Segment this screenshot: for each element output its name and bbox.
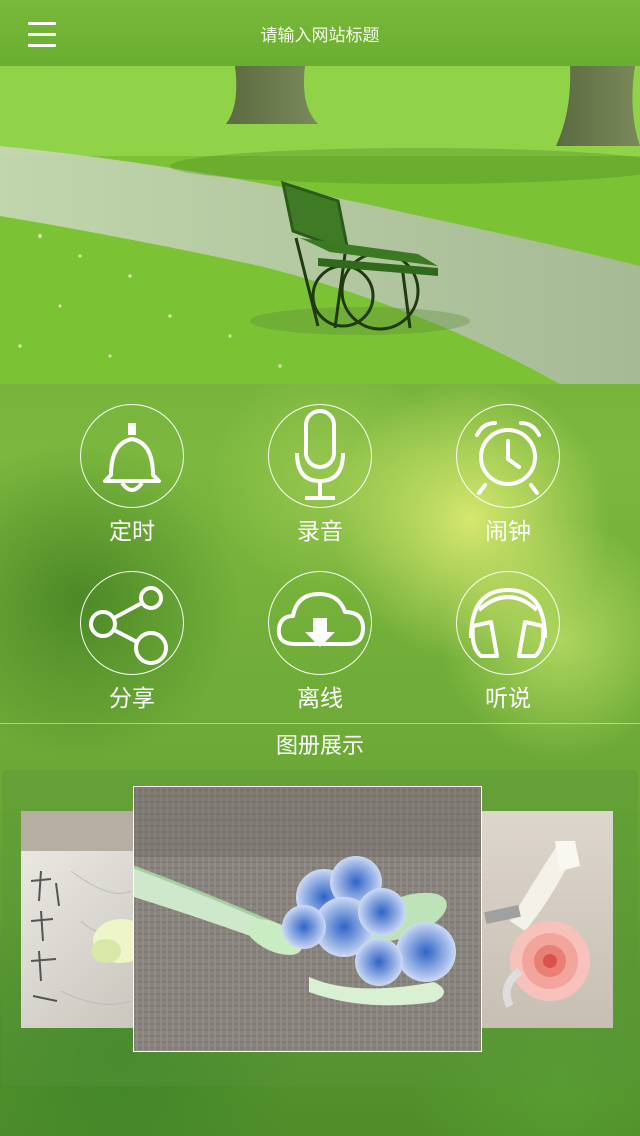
- section-divider: [0, 723, 640, 724]
- top-bar: 请输入网站标题: [0, 0, 640, 66]
- album-section-title: 图册展示: [275, 734, 364, 759]
- feature-label: 离线: [297, 686, 343, 712]
- photo-carousel[interactable]: [2, 770, 638, 1086]
- headphones-icon: [456, 571, 560, 675]
- feature-record[interactable]: 录音: [240, 384, 400, 545]
- carousel-image-left[interactable]: [21, 811, 136, 1028]
- microphone-icon: [268, 404, 372, 508]
- feature-alarm[interactable]: 闹钟: [428, 384, 588, 545]
- share-icon: [80, 571, 184, 675]
- cloud-download-icon: [268, 571, 372, 675]
- hero-banner-image: [0, 66, 640, 384]
- alarm-clock-icon: [456, 404, 560, 508]
- feature-grid: 定时 录音 闹钟 分享 离线 听说: [0, 384, 640, 724]
- feature-timer[interactable]: 定时: [52, 384, 212, 545]
- feature-label: 闹钟: [485, 519, 531, 545]
- carousel-image-active[interactable]: [133, 786, 482, 1052]
- carousel-image-right[interactable]: [480, 811, 613, 1028]
- feature-label: 录音: [297, 519, 343, 545]
- feature-offline[interactable]: 离线: [240, 551, 400, 712]
- feature-label: 听说: [485, 686, 531, 712]
- feature-share[interactable]: 分享: [52, 551, 212, 712]
- feature-listen-speak[interactable]: 听说: [428, 551, 588, 712]
- bell-icon: [80, 404, 184, 508]
- feature-label: 分享: [109, 686, 155, 712]
- page-title: 请输入网站标题: [260, 26, 380, 46]
- feature-label: 定时: [109, 519, 155, 545]
